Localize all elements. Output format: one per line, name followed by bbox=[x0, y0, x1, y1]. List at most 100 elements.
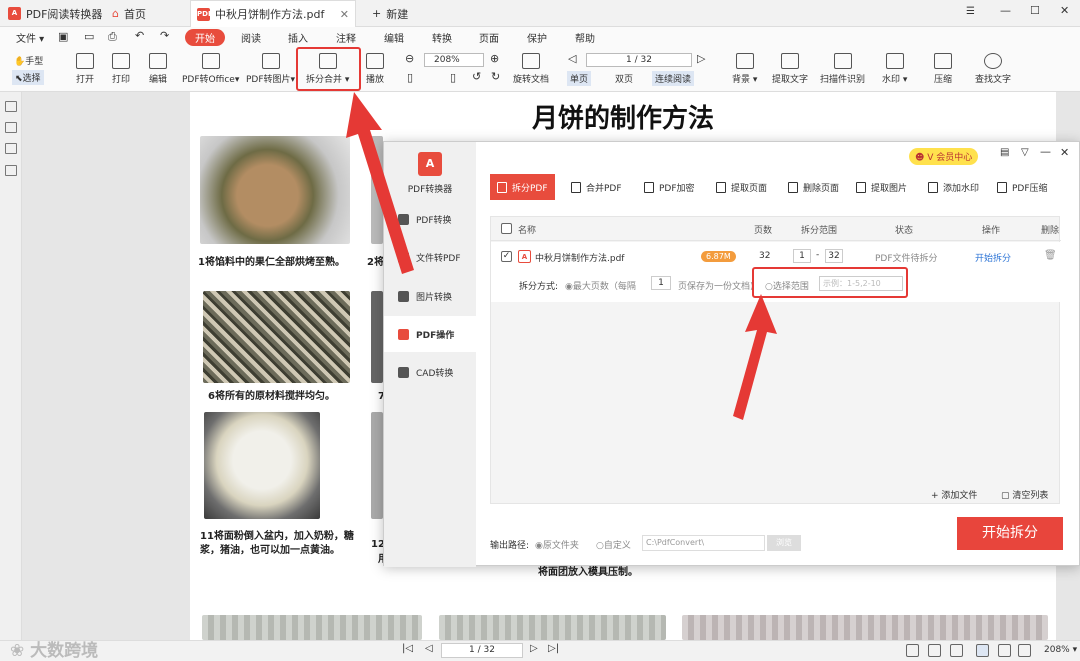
print-button[interactable]: 打印 bbox=[112, 53, 130, 85]
menu-insert[interactable]: 插入 bbox=[288, 30, 308, 45]
start-split-button[interactable]: 开始拆分 bbox=[957, 517, 1063, 550]
bookmark-icon[interactable] bbox=[5, 101, 17, 112]
menu-start[interactable]: 开始 bbox=[185, 29, 225, 46]
redo-icon[interactable]: ↷ bbox=[160, 29, 169, 42]
pdf-to-image-button[interactable]: PDF转图片▾ bbox=[246, 53, 295, 85]
menu-page[interactable]: 页面 bbox=[479, 30, 499, 45]
fit-page-icon[interactable]: ▯ bbox=[407, 71, 413, 84]
menu-file[interactable]: 文件 ▾ bbox=[16, 30, 44, 45]
tab-extract-pages[interactable]: 提取页面 bbox=[709, 174, 774, 200]
dialog-close-icon[interactable]: ✕ bbox=[1060, 146, 1069, 159]
view-book-icon[interactable] bbox=[950, 644, 963, 657]
view-facing-icon[interactable] bbox=[1018, 644, 1031, 657]
menu-icon[interactable]: ☰ bbox=[966, 6, 975, 17]
minimize-icon[interactable]: — bbox=[1000, 4, 1011, 17]
fit-width-icon[interactable]: ▯ bbox=[450, 71, 456, 84]
single-page-button[interactable]: 单页 bbox=[567, 71, 592, 86]
tab-document[interactable]: PDF 中秋月饼制作方法.pdf ✕ bbox=[190, 0, 356, 27]
menu-help[interactable]: 帮助 bbox=[575, 30, 595, 45]
clear-list-button[interactable]: ▢ 清空列表 bbox=[1001, 488, 1048, 501]
close-tab-icon[interactable]: ✕ bbox=[340, 8, 349, 21]
nav-pdf-operations[interactable]: PDF操作 bbox=[384, 316, 476, 352]
menu-annotate[interactable]: 注释 bbox=[336, 30, 356, 45]
play-button[interactable]: 播放 bbox=[366, 53, 384, 85]
zoom-input[interactable]: 208% bbox=[424, 53, 484, 67]
background-button[interactable]: 背景 ▾ bbox=[732, 53, 757, 85]
find-text-button[interactable]: 查找文字 bbox=[975, 53, 1011, 85]
extract-text-button[interactable]: 提取文字 bbox=[772, 53, 808, 85]
next-page-bottom-icon[interactable]: ▷ bbox=[530, 643, 538, 654]
output-original-radio[interactable]: ◉原文件夹 bbox=[535, 538, 579, 551]
pdf-to-office-button[interactable]: PDF转Office▾ bbox=[182, 53, 239, 85]
last-page-icon[interactable]: ▷| bbox=[548, 643, 559, 654]
maximize-icon[interactable]: ☐ bbox=[1030, 4, 1040, 17]
view-double-icon[interactable] bbox=[928, 644, 941, 657]
output-path-input[interactable]: C:\PdfConvert\ bbox=[642, 535, 765, 551]
add-file-button[interactable]: + 添加文件 bbox=[931, 488, 977, 501]
view-scroll-icon[interactable] bbox=[998, 644, 1011, 657]
range-to-input[interactable]: 32 bbox=[825, 249, 843, 263]
rotate-left-icon[interactable]: ↺ bbox=[472, 70, 481, 83]
dropdown-icon[interactable]: ▽ bbox=[1021, 147, 1029, 158]
hand-tool[interactable]: ✋手型 bbox=[14, 54, 43, 67]
menu-edit[interactable]: 编辑 bbox=[384, 30, 404, 45]
tab-new[interactable]: + 新建 bbox=[366, 0, 414, 27]
view-continuous-icon[interactable] bbox=[976, 644, 989, 657]
output-custom-radio[interactable]: ○自定义 bbox=[596, 538, 631, 551]
vip-center-badge[interactable]: ☻ V 会员中心 bbox=[909, 148, 979, 165]
every-pages-input[interactable]: 1 bbox=[651, 276, 671, 290]
start-split-link[interactable]: 开始拆分 bbox=[975, 251, 1011, 264]
zoom-status[interactable]: 208% ▾ bbox=[1044, 645, 1077, 655]
nav-cad-convert-label: CAD转换 bbox=[416, 368, 454, 379]
folder-icon[interactable]: ▭ bbox=[84, 30, 94, 43]
rotate-right-icon[interactable]: ↻ bbox=[491, 70, 500, 83]
menu-convert[interactable]: 转换 bbox=[432, 30, 452, 45]
page-input[interactable]: 1 / 32 bbox=[586, 53, 692, 67]
trash-icon[interactable]: 🗑 bbox=[1044, 250, 1057, 261]
tab-extract-images[interactable]: 提取图片 bbox=[849, 174, 914, 200]
zoom-in-icon[interactable]: ⊕ bbox=[490, 52, 499, 65]
save-icon[interactable]: ▣ bbox=[58, 30, 68, 43]
continuous-button[interactable]: 连续阅读 bbox=[652, 71, 695, 86]
app-tab[interactable]: A PDF阅读转换器 bbox=[2, 0, 108, 27]
menu-protect[interactable]: 保护 bbox=[527, 30, 547, 45]
compress-button[interactable]: 压缩 bbox=[934, 53, 952, 85]
thumbnail-icon[interactable] bbox=[5, 122, 17, 133]
tab-encrypt-pdf[interactable]: PDF加密 bbox=[637, 174, 702, 200]
zoom-out-icon[interactable]: ⊖ bbox=[405, 52, 414, 65]
tab-add-watermark[interactable]: 添加水印 bbox=[921, 174, 986, 200]
tab-delete-pages[interactable]: 删除页面 bbox=[781, 174, 846, 200]
feedback-icon[interactable]: ▤ bbox=[1000, 147, 1009, 158]
rotate-doc-button[interactable]: 旋转文档 bbox=[513, 53, 549, 85]
nav-image-convert[interactable]: 图片转换 bbox=[384, 278, 476, 314]
prev-page-bottom-icon[interactable]: ◁ bbox=[425, 643, 433, 654]
undo-icon[interactable]: ↶ bbox=[135, 29, 144, 42]
page-indicator-bottom[interactable]: 1 / 32 bbox=[441, 643, 523, 658]
tab-compress-pdf[interactable]: PDF压缩 bbox=[990, 174, 1055, 200]
view-single-icon[interactable] bbox=[906, 644, 919, 657]
edit-button[interactable]: 编辑 bbox=[149, 53, 167, 85]
nav-cad-convert[interactable]: CAD转换 bbox=[384, 354, 476, 390]
select-all-checkbox[interactable] bbox=[501, 223, 512, 234]
watermark-button[interactable]: 水印 ▾ bbox=[882, 53, 907, 85]
open-button[interactable]: 打开 bbox=[76, 53, 94, 85]
attachment-icon[interactable] bbox=[5, 165, 17, 176]
browse-button[interactable]: 浏览 bbox=[767, 535, 801, 551]
select-tool[interactable]: ⬉选择 bbox=[12, 70, 44, 85]
tab-merge-pdf[interactable]: 合并PDF bbox=[564, 174, 629, 200]
prev-page-icon[interactable]: ◁ bbox=[568, 52, 576, 65]
range-from-input[interactable]: 1 bbox=[793, 249, 811, 263]
file-checkbox[interactable]: ✓ bbox=[501, 251, 512, 262]
comment-icon[interactable] bbox=[5, 143, 17, 154]
print-quick-icon[interactable]: ⎙ bbox=[108, 30, 117, 44]
next-page-icon[interactable]: ▷ bbox=[697, 52, 705, 65]
double-page-button[interactable]: 双页 bbox=[612, 71, 636, 86]
dialog-minimize-icon[interactable]: — bbox=[1040, 145, 1051, 158]
first-page-icon[interactable]: |◁ bbox=[402, 643, 413, 654]
close-window-icon[interactable]: ✕ bbox=[1060, 4, 1069, 17]
scan-ocr-button[interactable]: 扫描件识别 bbox=[820, 53, 865, 85]
menu-read[interactable]: 阅读 bbox=[241, 30, 261, 45]
tab-home[interactable]: ⌂ 首页 bbox=[106, 0, 152, 27]
tab-split-pdf[interactable]: 拆分PDF bbox=[490, 174, 555, 200]
split-option-max-pages[interactable]: ◉最大页数（每隔 bbox=[565, 279, 636, 292]
